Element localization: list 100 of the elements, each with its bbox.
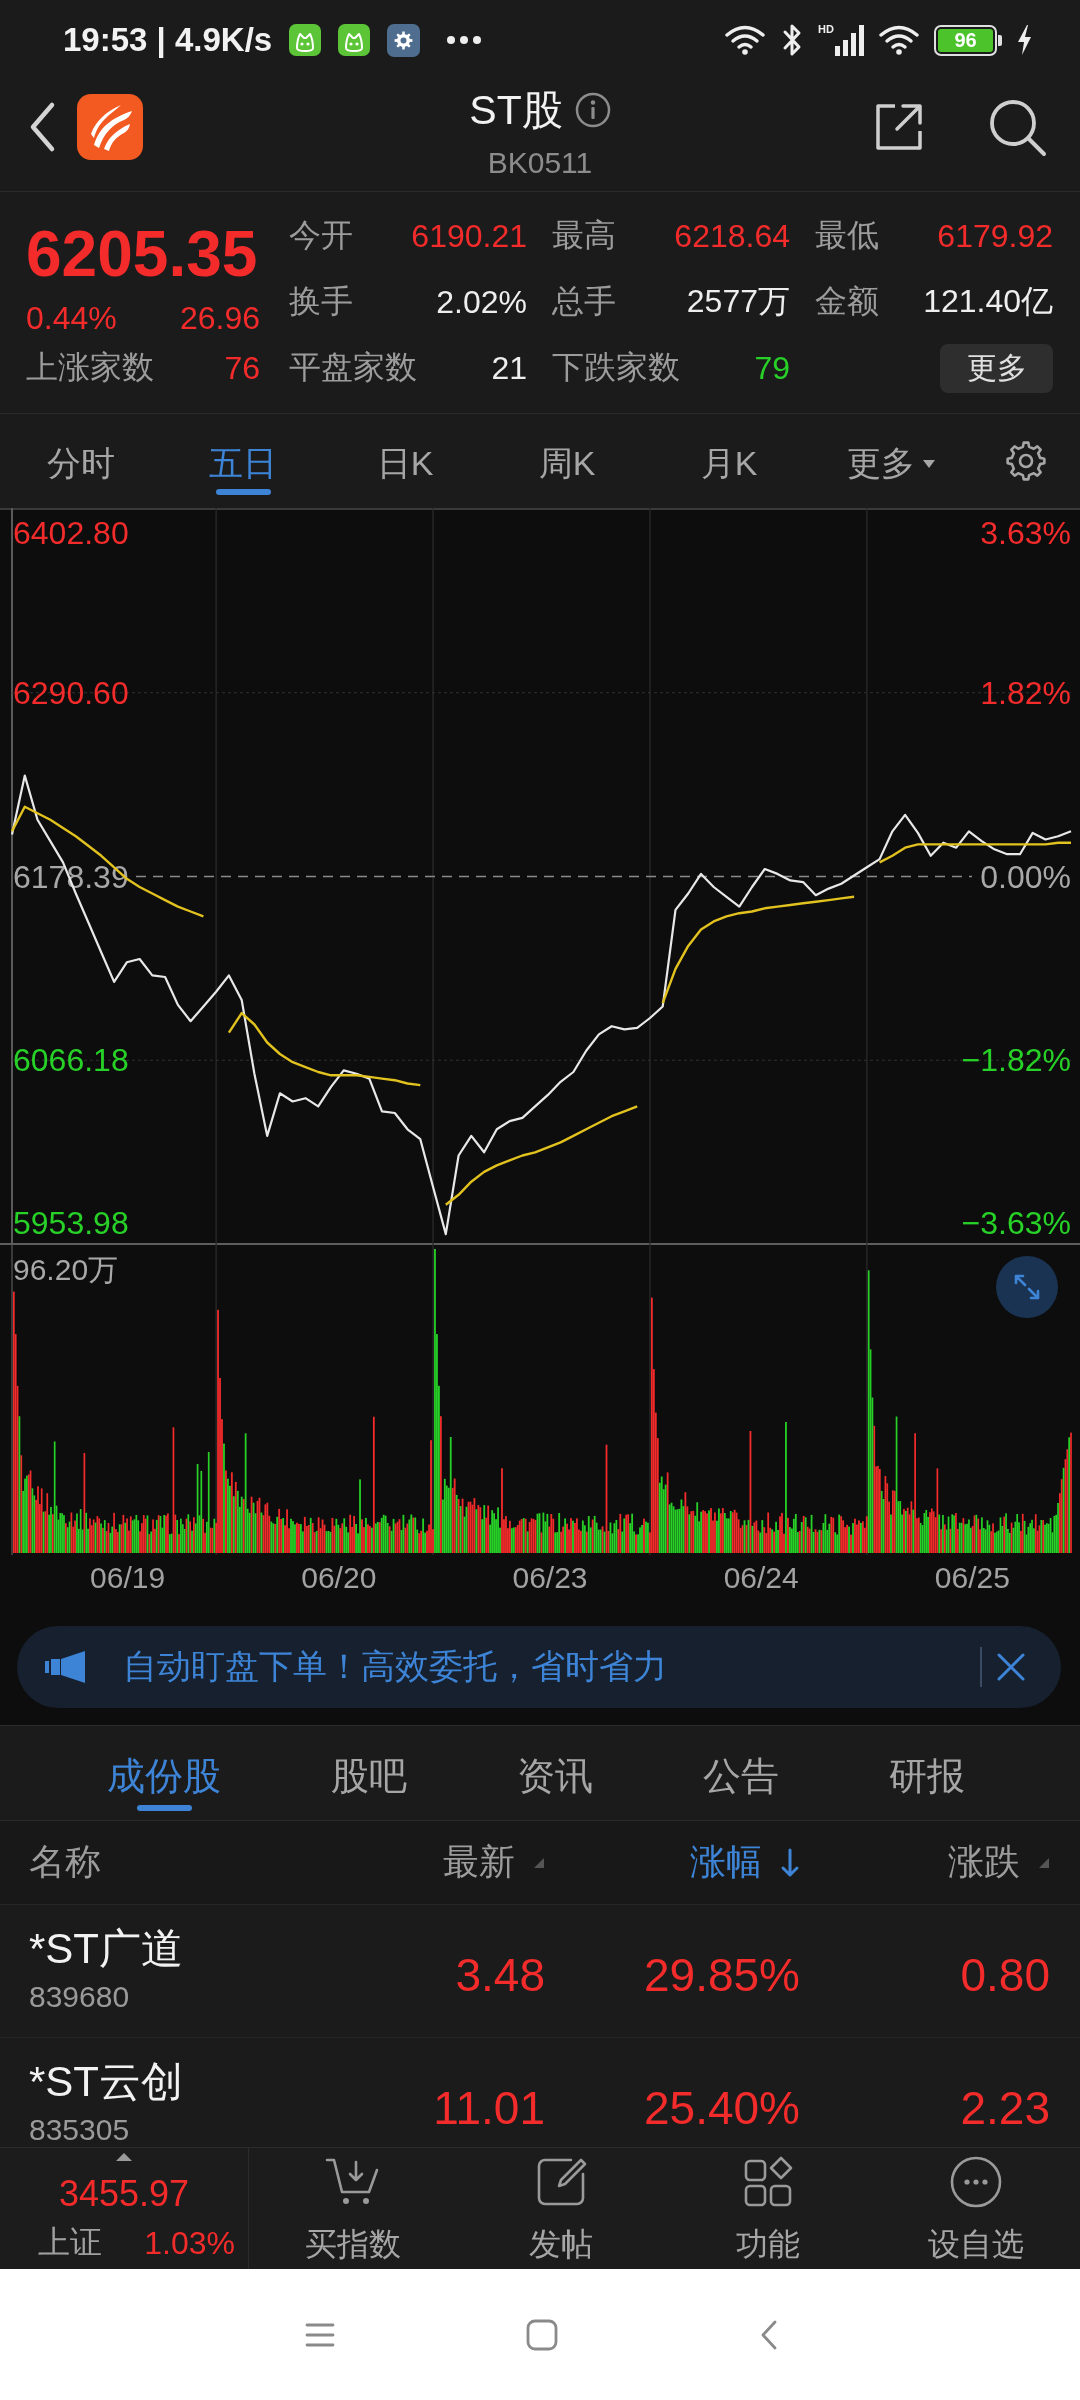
- change-percent: 0.44%: [26, 299, 117, 337]
- change-percent-value: 25.40%: [644, 2081, 800, 2135]
- percent-axis-label: −3.63%: [961, 1205, 1071, 1241]
- sort-icon: [1038, 1856, 1050, 1869]
- stat-label: 总手: [552, 282, 616, 321]
- section-tab[interactable]: 研报: [834, 1726, 1020, 1820]
- stat-value: 76: [224, 349, 260, 387]
- cat-face-icon: [338, 24, 371, 56]
- banner-text: 自动盯盘下单！高效委托，省时省力: [123, 1646, 667, 1687]
- period-tab[interactable]: 月K: [648, 414, 810, 508]
- index-change: 1.03%: [144, 2224, 235, 2262]
- price-axis-label: 6402.80: [13, 515, 129, 551]
- change-value: 26.96: [179, 299, 260, 337]
- stock-name: *ST广道: [29, 1924, 183, 1974]
- gear-icon: [387, 23, 421, 57]
- megaphone-icon: [45, 1650, 87, 1684]
- stat-value: 121.40亿: [923, 282, 1053, 321]
- cat-face-icon: [289, 24, 322, 56]
- more-button[interactable]: 更多: [940, 343, 1053, 393]
- stat-value: 6218.64: [674, 217, 790, 255]
- charging-icon: [1016, 25, 1033, 55]
- price-axis-label: 6066.18: [13, 1042, 129, 1079]
- more-icon: [950, 2156, 1003, 2208]
- price-axis-label: 5953.98: [13, 1205, 129, 1241]
- date-label: 06/19: [90, 1560, 166, 1595]
- stat-value: 79: [754, 349, 790, 387]
- index-value: 3455.97: [58, 2174, 190, 2214]
- percent-axis-label: −1.82%: [961, 1042, 1071, 1079]
- status-time: 19:53 | 4.9K/s: [63, 21, 273, 59]
- percent-axis-label: 0.00%: [980, 858, 1071, 895]
- section-tab[interactable]: 股吧: [276, 1726, 462, 1820]
- stock-name: *ST云创: [29, 2057, 183, 2107]
- sort-down-icon: [780, 1847, 800, 1878]
- sort-icon: [533, 1856, 545, 1869]
- change-percent-value: 29.85%: [644, 1948, 800, 2002]
- section-tab[interactable]: 公告: [648, 1726, 834, 1820]
- back-icon[interactable]: [760, 2318, 778, 2351]
- date-label: 06/23: [512, 1560, 588, 1595]
- index-code: BK0511: [487, 146, 593, 180]
- info-icon[interactable]: [574, 92, 611, 128]
- stat-value: 6190.21: [411, 217, 527, 255]
- change-value: 2.23: [960, 2081, 1050, 2135]
- volume-max-label: 96.20万: [13, 1252, 119, 1286]
- column-header[interactable]: 最新: [443, 1838, 545, 1887]
- stat-value: 6179.92: [937, 217, 1053, 255]
- wifi-icon: [878, 24, 920, 56]
- date-label: 06/24: [723, 1560, 799, 1595]
- price-axis-label: 6290.60: [13, 674, 129, 711]
- network-type-label: HD: [818, 24, 834, 35]
- date-label: 06/20: [301, 1560, 377, 1595]
- percent-axis-label: 1.82%: [980, 674, 1071, 711]
- promo-banner[interactable]: 自动盯盘下单！高效委托，省时省力: [17, 1626, 1061, 1708]
- toolbar-button[interactable]: 发帖: [456, 2148, 665, 2269]
- stock-code: 839680: [29, 1982, 130, 2012]
- period-tab[interactable]: 周K: [486, 414, 648, 508]
- toolbar-button[interactable]: 买指数: [249, 2148, 457, 2269]
- stat-label: 上涨家数: [26, 348, 154, 387]
- battery-indicator: 96: [934, 24, 1002, 56]
- period-tab[interactable]: 五日: [162, 414, 324, 508]
- settings-icon: [1006, 441, 1046, 481]
- column-header[interactable]: 涨跌: [948, 1838, 1050, 1887]
- stat-label: 金额: [815, 282, 879, 321]
- stock-code: 835305: [29, 2115, 130, 2145]
- toolbar-button[interactable]: 功能: [664, 2148, 873, 2269]
- back-icon: [28, 100, 56, 153]
- stat-value: 2577万: [686, 282, 790, 321]
- percent-axis-label: 3.63%: [980, 515, 1071, 551]
- page-title: ST股: [469, 87, 563, 133]
- stat-label: 最低: [815, 216, 879, 255]
- stat-value: 21: [491, 349, 527, 387]
- period-tab[interactable]: 日K: [324, 414, 486, 508]
- home-icon[interactable]: [526, 2318, 558, 2351]
- column-header[interactable]: 名称: [29, 1838, 101, 1887]
- wifi-icon: [724, 24, 767, 56]
- period-tab[interactable]: 更多: [810, 414, 972, 508]
- index-price: 6205.35: [26, 217, 258, 292]
- price-value: 11.01: [433, 2081, 545, 2135]
- price-value: 3.48: [455, 1948, 545, 2002]
- toolbar-button[interactable]: 设自选: [872, 2148, 1080, 2269]
- period-tab[interactable]: 分时: [0, 414, 162, 508]
- stat-label: 换手: [289, 282, 353, 321]
- section-tab[interactable]: 资讯: [462, 1726, 648, 1820]
- stock-row[interactable]: *ST广道 839680 3.48 29.85% 0.80: [0, 1905, 1080, 2038]
- menu-icon[interactable]: [305, 2322, 335, 2347]
- stat-label: 今开: [289, 216, 353, 255]
- apps-icon: [743, 2156, 794, 2208]
- section-tab[interactable]: 成份股: [52, 1726, 276, 1820]
- stat-label: 平盘家数: [289, 348, 417, 387]
- expand-icon[interactable]: [996, 1256, 1058, 1318]
- logo-icon: [77, 93, 143, 160]
- more-dots-icon: [446, 35, 483, 45]
- column-header[interactable]: 涨幅: [690, 1838, 800, 1887]
- stat-value: 2.02%: [436, 283, 527, 321]
- close-icon[interactable]: [996, 1652, 1026, 1682]
- date-label: 06/25: [934, 1560, 1010, 1595]
- caret-up-icon[interactable]: [116, 2153, 132, 2161]
- index-name: 上证: [38, 2223, 102, 2262]
- stat-label: 下跌家数: [552, 348, 680, 387]
- stat-label: 最高: [552, 216, 616, 255]
- change-value: 0.80: [960, 1948, 1050, 2002]
